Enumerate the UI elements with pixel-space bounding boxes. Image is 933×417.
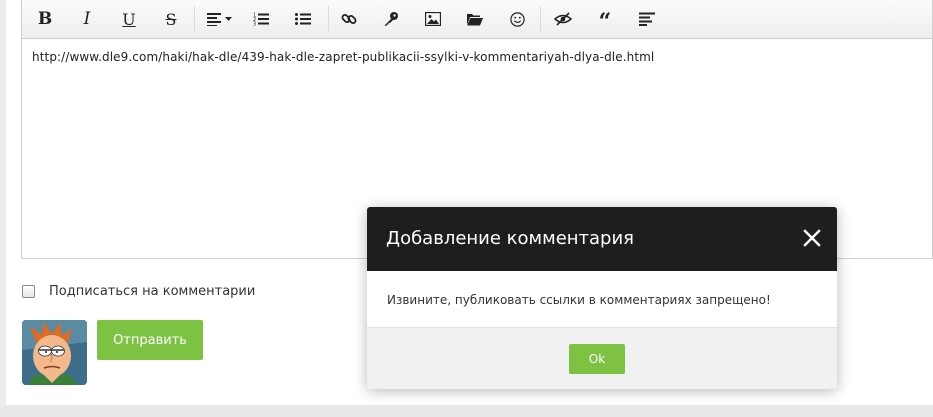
- quote-button[interactable]: “: [590, 4, 620, 34]
- hide-button[interactable]: [548, 4, 578, 34]
- smiley-button[interactable]: [502, 4, 532, 34]
- quote-icon: “: [598, 9, 612, 35]
- align-dropdown[interactable]: [202, 4, 238, 34]
- send-button[interactable]: Отправить: [97, 320, 203, 360]
- bold-button[interactable]: B: [30, 4, 60, 34]
- editor-textarea[interactable]: http://www.dle9.com/haki/hak-dle/439-hak…: [32, 50, 654, 64]
- svg-text:3: 3: [253, 22, 256, 27]
- dialog-close-button[interactable]: [801, 227, 823, 249]
- dialog-header: Добавление комментария: [367, 207, 837, 271]
- folder-button[interactable]: [460, 4, 490, 34]
- italic-button[interactable]: I: [72, 4, 102, 34]
- spoiler-icon: [639, 12, 655, 26]
- underline-icon: U: [122, 9, 136, 29]
- image-button[interactable]: [418, 4, 448, 34]
- key-icon: [384, 12, 398, 26]
- toolbar-separator: [194, 6, 195, 32]
- underline-button[interactable]: U: [114, 4, 144, 34]
- close-icon: [803, 229, 821, 247]
- ordered-list-icon: 1 2 3: [253, 13, 269, 27]
- key-button[interactable]: [376, 4, 406, 34]
- avatar-image: [22, 320, 87, 385]
- subscribe-option[interactable]: Подписаться на комментарии: [22, 284, 255, 299]
- link-icon: [341, 14, 357, 24]
- unordered-list-icon: [295, 13, 311, 25]
- ordered-list-button[interactable]: 1 2 3: [246, 4, 276, 34]
- page-gutter: [0, 0, 6, 405]
- ok-button[interactable]: Ok: [569, 344, 625, 374]
- subscribe-checkbox[interactable]: [22, 285, 35, 298]
- comment-dialog: Добавление комментария Извините, публико…: [367, 207, 837, 389]
- image-icon: [425, 12, 441, 26]
- toolbar-separator: [540, 6, 541, 32]
- unordered-list-button[interactable]: [288, 4, 318, 34]
- editor-toolbar: B I U S 1 2 3 “: [22, 0, 932, 39]
- page: B I U S 1 2 3 “ http://www.dle9.com/haki…: [0, 0, 933, 417]
- toolbar-separator: [328, 6, 329, 32]
- smiley-icon: [509, 11, 525, 27]
- align-icon: [207, 13, 232, 26]
- strikethrough-icon: S: [165, 9, 177, 29]
- dialog-body: Извините, публиковать ссылки в комментар…: [367, 271, 837, 328]
- italic-icon: I: [83, 9, 91, 29]
- spoiler-button[interactable]: [632, 4, 662, 34]
- page-footer-band: [0, 405, 933, 417]
- subscribe-label: Подписаться на комментарии: [49, 284, 256, 299]
- dialog-message: Извините, публиковать ссылки в комментар…: [387, 293, 771, 307]
- dialog-footer: Ok: [367, 328, 837, 389]
- avatar: [22, 320, 87, 385]
- dialog-title: Добавление комментария: [386, 228, 635, 249]
- bold-icon: B: [37, 9, 53, 29]
- link-button[interactable]: [334, 4, 364, 34]
- folder-icon: [467, 13, 483, 25]
- hide-icon: [554, 12, 572, 26]
- strikethrough-button[interactable]: S: [156, 4, 186, 34]
